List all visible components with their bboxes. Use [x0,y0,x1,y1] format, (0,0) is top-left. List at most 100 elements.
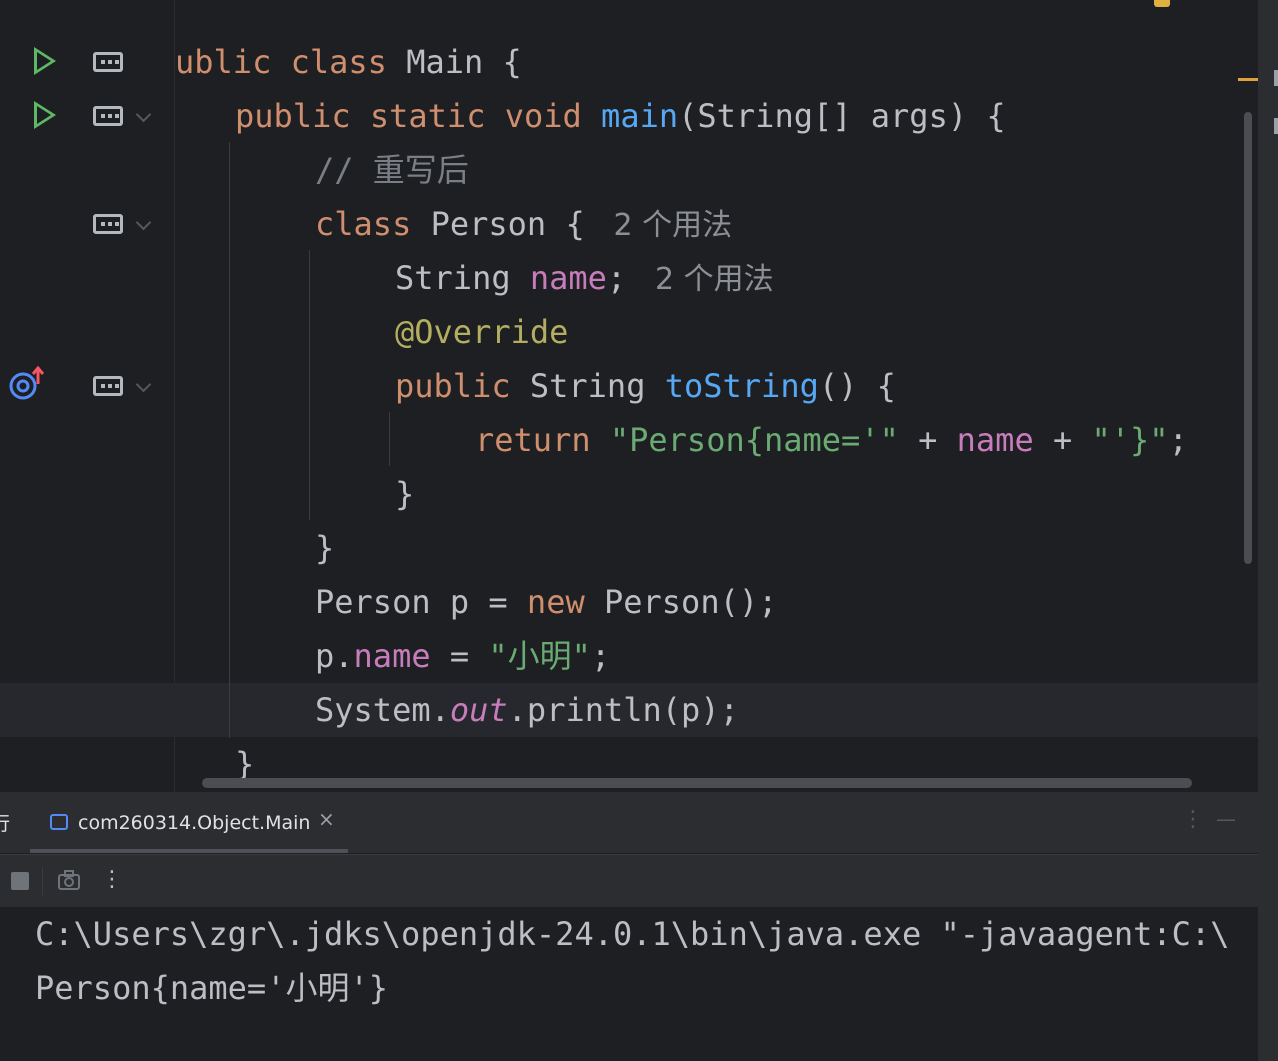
code-text: p.name = "小明"; [315,629,610,683]
right-tool-strip [1258,0,1278,1061]
override-method-icon[interactable] [8,366,48,402]
code-token: "Person{name='" [609,421,899,459]
usage-hint[interactable]: 2 个用法 [604,208,733,243]
inspection-indicator[interactable] [1238,78,1258,81]
horizontal-scrollbar[interactable] [202,778,1192,788]
code-text: return "Person{name='" + name + "'}"; [475,413,1188,467]
code-text: // 重写后 [315,143,469,197]
code-token: class [315,205,431,243]
console-line-command: C:\Users\zgr\.jdks\openjdk-24.0.1\bin\ja… [35,915,1230,953]
run-toolbar: ⋮ [0,854,1258,907]
code-text: System.out.println(p); [315,683,739,737]
structure-fold-icon[interactable] [93,106,123,126]
code-text: ublic class Main { [175,35,522,89]
code-token: @Override [395,313,569,351]
code-token: () { [818,367,896,405]
code-line[interactable]: // 重写后 [0,143,1258,197]
code-token: "'}" [1091,421,1169,459]
code-text: Person p = new Person(); [315,575,777,629]
structure-fold-icon[interactable] [93,214,123,234]
code-token: ; [1168,421,1188,459]
code-text: } [395,467,414,521]
code-token: out [449,691,508,729]
code-text: String name; 2 个用法 [395,251,774,305]
code-text: public String toString() { [395,359,896,413]
usage-hint[interactable]: 2 个用法 [645,262,774,297]
toolbar-separator [42,867,43,895]
code-token: name [529,259,607,297]
code-line[interactable]: @Override [0,305,1258,359]
code-token: (String[] args) { [678,97,1006,135]
code-token: .println(p); [507,691,739,729]
code-line[interactable]: Person p = new Person(); [0,575,1258,629]
code-token: Main { [406,43,522,81]
code-token: new [526,583,604,621]
code-line[interactable]: public String toString() { [0,359,1258,413]
code-token: String [529,367,665,405]
indent-guide [389,412,390,466]
run-icon[interactable] [34,101,56,129]
code-token: + [1033,421,1092,459]
code-text: } [315,521,334,575]
code-token: public [235,97,370,135]
code-token: ; [606,259,646,297]
code-token: name [956,421,1034,459]
run-panel-side-label: 行 [0,813,10,835]
code-token: "小明" [488,637,591,675]
structure-fold-icon[interactable] [93,376,123,396]
code-token: class [290,43,407,81]
code-editor[interactable]: ublic class Main {public static void mai… [0,0,1278,792]
code-line[interactable]: class Person { 2 个用法 [0,197,1258,251]
code-token: ; [590,637,611,675]
code-text: class Person { 2 个用法 [315,197,732,251]
code-text: @Override [395,305,568,359]
code-line[interactable]: String name; 2 个用法 [0,251,1258,305]
code-token: ublic [175,43,291,81]
indent-guide [309,250,310,520]
code-token: } [395,475,415,513]
console-line-output: Person{name='小明'} [35,969,388,1007]
code-token: static [369,97,505,135]
code-token: + [898,421,957,459]
console-output[interactable]: C:\Users\zgr\.jdks\openjdk-24.0.1\bin\ja… [0,907,1258,1061]
top-right-controls [1180,0,1250,8]
indent-guide [229,142,230,738]
close-tab-button[interactable]: × [318,807,335,831]
code-token: // 重写后 [315,151,469,189]
code-token: return [475,421,610,459]
code-line[interactable]: System.out.println(p); [0,683,1258,737]
code-token: } [315,529,335,567]
vertical-scrollbar[interactable] [1244,112,1252,564]
code-line[interactable]: p.name = "小明"; [0,629,1258,683]
terminal-tab-icon [50,814,68,830]
code-line[interactable]: return "Person{name='" + name + "'}"; [0,413,1258,467]
code-token: Person { [430,205,604,243]
run-icon[interactable] [34,47,56,75]
structure-fold-icon[interactable] [93,52,123,72]
toolbar-more-button[interactable]: ⋮ [101,867,123,892]
code-token: Person p = [315,583,527,621]
code-line[interactable]: } [0,467,1258,521]
code-text: public static void main(String[] args) { [235,89,1006,143]
code-line[interactable]: } [0,521,1258,575]
code-token: String [395,259,530,297]
warning-icon[interactable] [1154,0,1170,7]
code-token: Person(); [603,583,778,621]
code-token: p. [315,637,354,675]
minimize-panel-button[interactable]: — [1216,807,1236,831]
code-line[interactable]: public static void main(String[] args) { [0,89,1258,143]
code-token: System. [315,691,450,729]
run-tab-label[interactable]: com260314.Object.Main [78,808,310,838]
code-token: name [353,637,431,675]
code-token: = [430,637,489,675]
more-options-button[interactable]: ⋮ [1182,807,1204,832]
code-token: void [504,97,602,135]
camera-icon[interactable] [57,869,81,891]
code-token: toString [664,367,819,405]
tab-active-underline [30,849,348,853]
strip-marker [1274,70,1278,86]
code-token: public [395,367,530,405]
strip-marker [1274,118,1278,134]
code-line[interactable]: ublic class Main { [0,35,1258,89]
stop-icon[interactable] [11,872,29,890]
